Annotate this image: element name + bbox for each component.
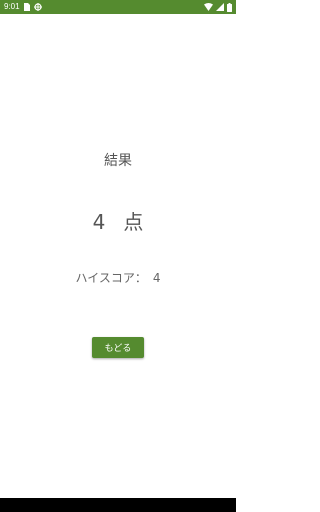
navigation-bar	[0, 498, 236, 512]
score-display: 4点	[0, 206, 236, 235]
highscore-label: ハイスコア：	[75, 271, 147, 285]
sim-card-icon	[23, 3, 30, 11]
status-left: 9:01	[4, 0, 42, 14]
result-content: 結果 4点 ハイスコア： 4 もどる	[0, 14, 236, 498]
back-button[interactable]: もどる	[92, 337, 144, 358]
score-unit: 点	[123, 210, 144, 234]
status-time: 9:01	[4, 2, 20, 11]
score-value: 4	[92, 210, 106, 234]
signal-icon	[216, 3, 224, 11]
status-bar: 9:01	[0, 0, 236, 14]
highscore-value: 4	[152, 271, 161, 285]
result-screen: 9:01 結果 4 点 ハイスコア： 4 もどる	[0, 0, 236, 512]
result-title: 結果	[104, 153, 132, 169]
status-right	[204, 2, 232, 12]
battery-icon	[227, 2, 232, 12]
highscore-display: ハイスコア： 4	[0, 269, 236, 286]
wifi-icon	[204, 3, 213, 11]
crosshair-icon	[33, 3, 42, 11]
